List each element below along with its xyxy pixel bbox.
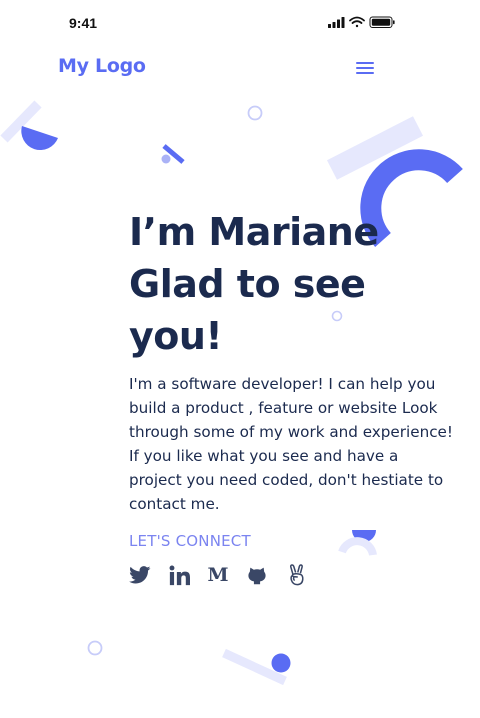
connect-label: LET'S CONNECT [129,532,251,550]
wifi-icon [349,16,365,28]
hamburger-menu-icon[interactable] [352,58,378,78]
medium-letter: M [207,564,229,586]
twitter-icon[interactable] [128,563,152,587]
status-icons [328,16,395,28]
status-bar: 9:41 [0,0,480,46]
intro-text: I'm a software developer! I can help you… [129,375,453,513]
headline-line: I’m Mariane [129,210,379,254]
linkedin-icon[interactable] [167,563,191,587]
social-links: M [128,563,323,587]
signal-icon [328,17,345,28]
battery-icon [369,16,395,28]
angellist-icon[interactable] [284,563,308,587]
github-icon[interactable] [245,563,269,587]
headline-line: Glad to see [129,262,366,306]
medium-icon[interactable]: M [206,563,230,587]
hero-headline: I’m Mariane Glad to see you! [129,206,449,362]
logo[interactable]: My Logo [58,55,146,77]
headline-line: you! [129,314,223,358]
status-time: 9:41 [69,15,98,31]
